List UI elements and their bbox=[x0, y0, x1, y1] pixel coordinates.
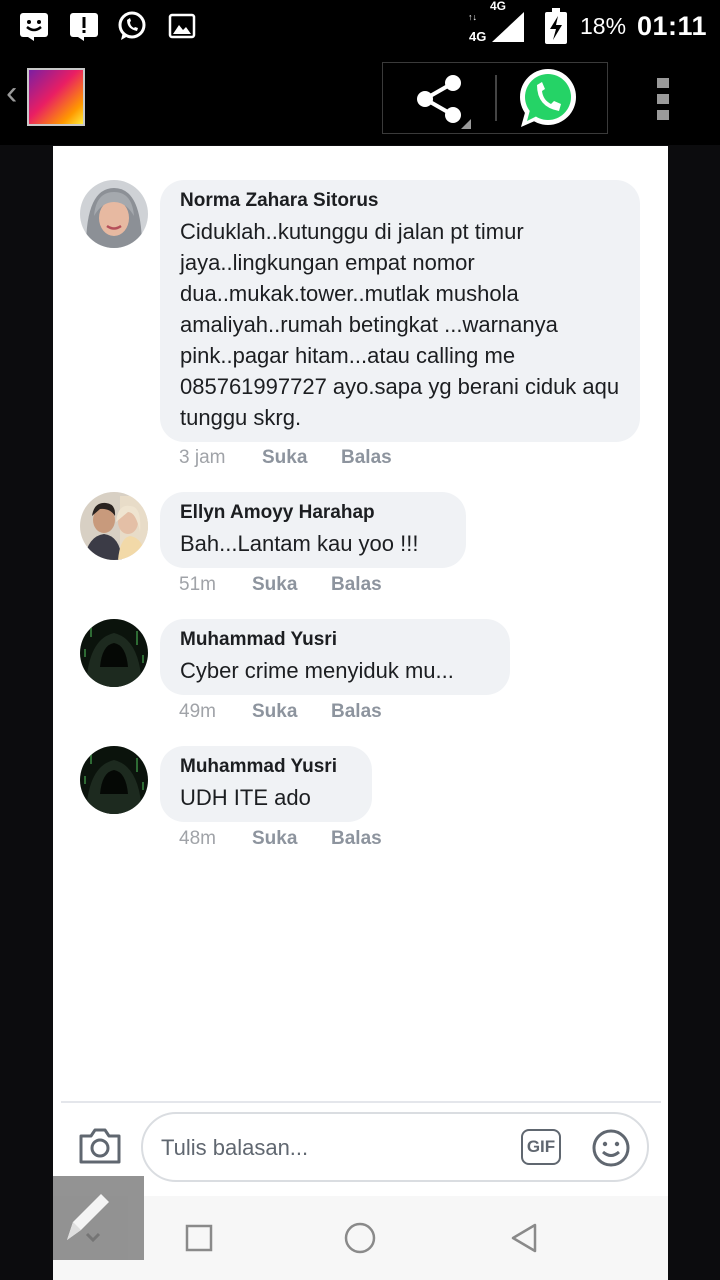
comment-author[interactable]: Muhammad Yusri bbox=[180, 756, 352, 778]
image-viewer-toolbar: ‹ bbox=[0, 52, 720, 145]
reply-placeholder: Tulis balasan... bbox=[161, 1135, 309, 1160]
comment-author[interactable]: Ellyn Amoyy Harahap bbox=[180, 502, 446, 524]
comment-meta: 51m Suka Balas bbox=[179, 574, 382, 596]
network-type-label: 4G bbox=[490, 0, 507, 13]
comment-author[interactable]: Muhammad Yusri bbox=[180, 629, 490, 651]
divider bbox=[61, 1101, 661, 1103]
avatar[interactable] bbox=[80, 746, 148, 814]
recent-apps-icon[interactable] bbox=[183, 1222, 215, 1254]
comment-meta: 48m Suka Balas bbox=[179, 828, 382, 850]
comment-bubble: Norma Zahara Sitorus Ciduklah..kutunggu … bbox=[160, 180, 640, 442]
comment-time: 3 jam bbox=[179, 447, 226, 468]
more-vert-icon[interactable] bbox=[648, 74, 678, 124]
share-icon[interactable] bbox=[383, 63, 493, 133]
comment-text: Bah...Lantam kau yoo !!! bbox=[180, 531, 419, 556]
comment-author[interactable]: Norma Zahara Sitorus bbox=[180, 190, 620, 212]
comment-time: 49m bbox=[179, 701, 216, 722]
pencil-icon bbox=[67, 1194, 109, 1243]
comment-time: 48m bbox=[179, 828, 216, 849]
like-button[interactable]: Suka bbox=[252, 828, 331, 850]
comment-bubble: Muhammad Yusri UDH ITE ado bbox=[160, 746, 372, 822]
reply-button[interactable]: Balas bbox=[331, 574, 382, 596]
gif-button[interactable]: GIF bbox=[521, 1129, 561, 1165]
reply-input[interactable]: Tulis balasan... GIF bbox=[141, 1112, 649, 1182]
clock: 01:11 bbox=[637, 10, 708, 41]
battery-charging-icon bbox=[545, 8, 567, 44]
comment-bubble: Ellyn Amoyy Harahap Bah...Lantam kau yoo… bbox=[160, 492, 466, 568]
whatsapp-notification-icon bbox=[118, 11, 146, 40]
alert-notification-icon bbox=[70, 13, 98, 41]
comment-meta: 3 jam Suka Balas bbox=[179, 447, 392, 469]
back-icon[interactable] bbox=[509, 1222, 541, 1254]
edit-button[interactable] bbox=[53, 1176, 144, 1260]
home-icon[interactable] bbox=[344, 1222, 376, 1254]
avatar[interactable] bbox=[80, 180, 148, 248]
status-bar: ↑↓ 4G 4G 18% 01:11 bbox=[0, 0, 720, 52]
like-button[interactable]: Suka bbox=[252, 574, 331, 596]
camera-icon[interactable] bbox=[77, 1126, 123, 1166]
avatar[interactable] bbox=[80, 492, 148, 560]
comment-text: Ciduklah..kutunggu di jalan pt timur jay… bbox=[180, 219, 620, 430]
reply-button[interactable]: Balas bbox=[331, 828, 382, 850]
comment-bubble: Muhammad Yusri Cyber crime menyiduk mu..… bbox=[160, 619, 510, 695]
whatsapp-icon[interactable] bbox=[515, 65, 581, 131]
share-actions bbox=[382, 62, 608, 134]
comment-text: UDH ITE ado bbox=[180, 785, 311, 810]
comment-time: 51m bbox=[179, 574, 216, 595]
smiley-notification-icon bbox=[20, 13, 48, 41]
battery-percent: 18% bbox=[580, 12, 627, 39]
back-chevron-icon[interactable]: ‹ bbox=[6, 74, 17, 113]
comment-text: Cyber crime menyiduk mu... bbox=[180, 658, 454, 683]
divider bbox=[495, 75, 497, 121]
reply-button[interactable]: Balas bbox=[341, 447, 392, 469]
like-button[interactable]: Suka bbox=[252, 701, 331, 723]
image-notification-icon bbox=[168, 13, 196, 39]
like-button[interactable]: Suka bbox=[262, 447, 341, 469]
reply-button[interactable]: Balas bbox=[331, 701, 382, 723]
screenshot-content: Norma Zahara Sitorus Ciduklah..kutunggu … bbox=[53, 146, 668, 1196]
svg-text:4G: 4G bbox=[469, 29, 486, 44]
system-nav-bar bbox=[53, 1196, 668, 1280]
avatar[interactable] bbox=[80, 619, 148, 687]
svg-text:↑↓: ↑↓ bbox=[468, 12, 477, 22]
comment-meta: 49m Suka Balas bbox=[179, 701, 382, 723]
gallery-app-icon[interactable] bbox=[27, 68, 85, 126]
emoji-icon[interactable] bbox=[591, 1128, 631, 1168]
